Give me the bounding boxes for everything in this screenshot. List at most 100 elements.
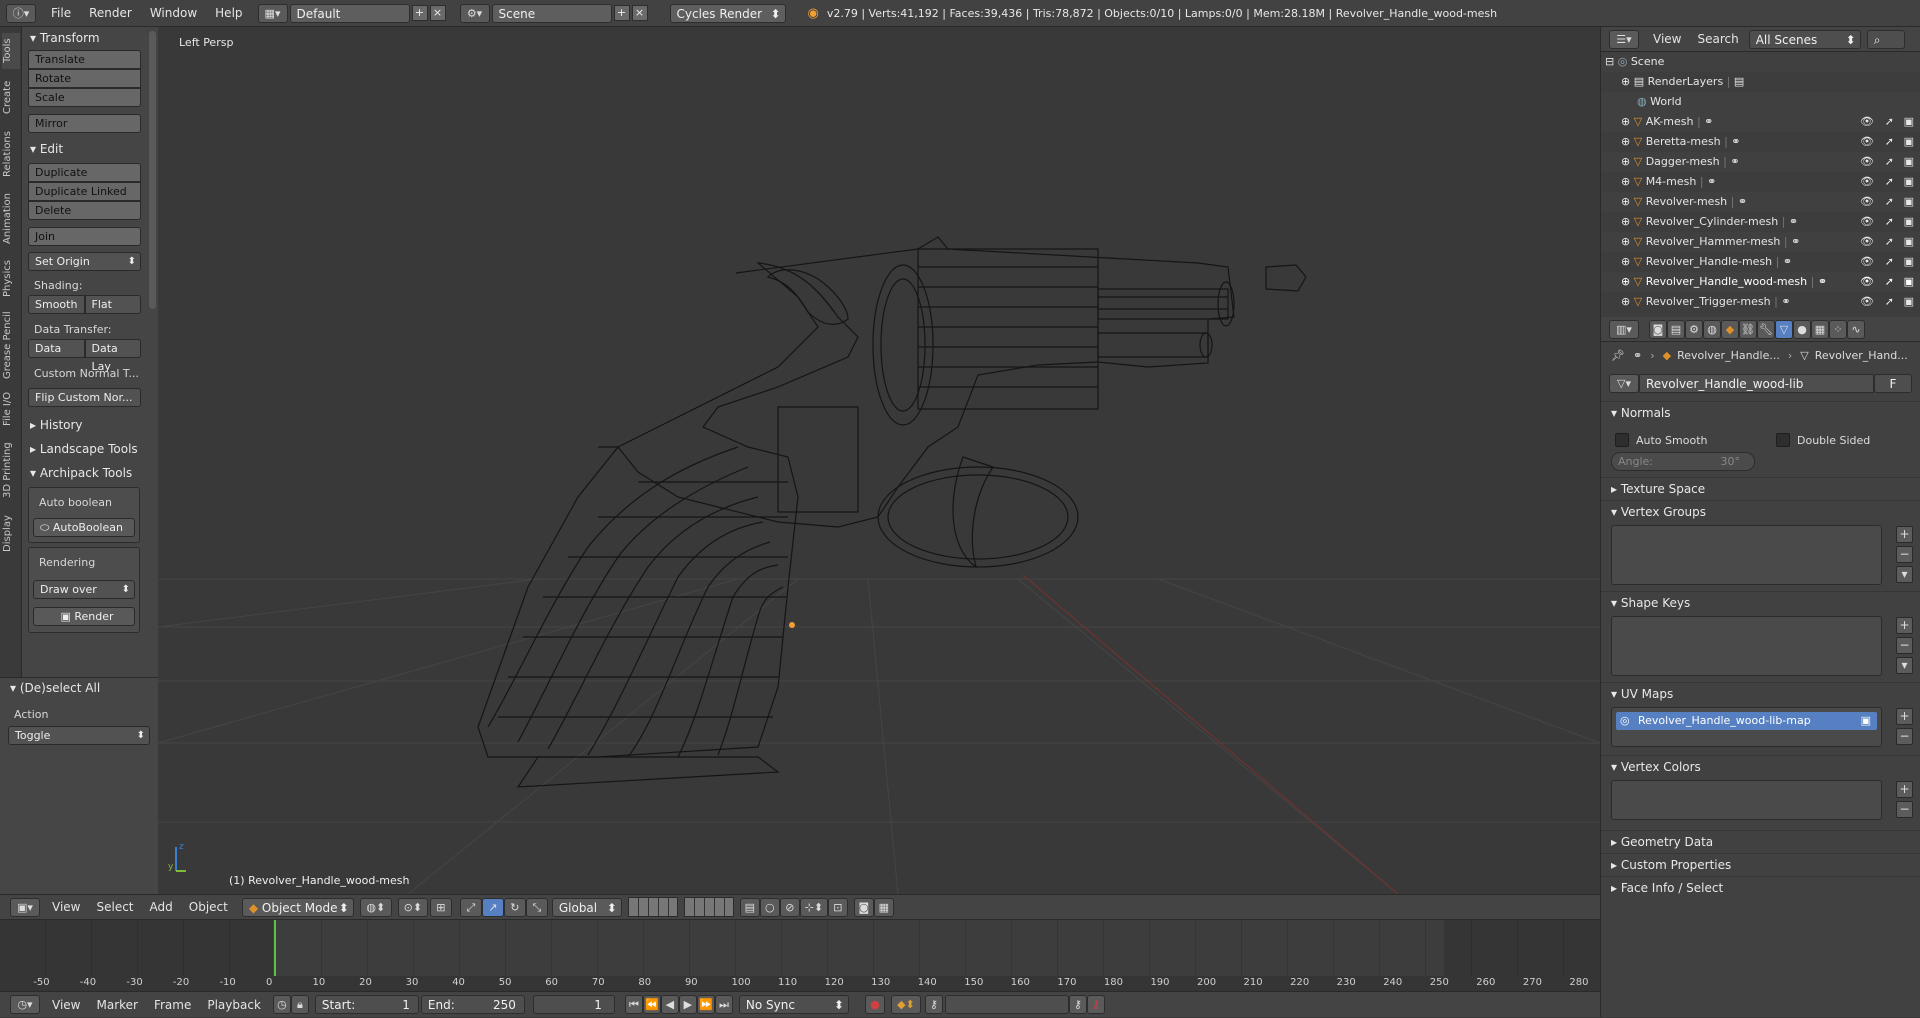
3d-viewport[interactable]: Left Persp y z (1) Revolver_Handle_wood-… xyxy=(158,27,1600,894)
visibility-eye-icon[interactable]: 👁︎ xyxy=(1860,192,1874,212)
tab-relations[interactable]: Relations xyxy=(2,125,20,183)
archipack-panel-header[interactable]: ▾ Archipack Tools xyxy=(22,463,146,483)
expand-icon[interactable]: ⊕ xyxy=(1621,155,1630,168)
translate-manipulator-icon[interactable]: ↗ xyxy=(481,897,504,917)
flip-custom-normals-button[interactable]: Flip Custom Nor... xyxy=(28,388,141,407)
custom-normal-label[interactable]: Custom Normal T... xyxy=(22,365,146,383)
selectability-cursor-icon[interactable]: ➚ xyxy=(1885,212,1894,232)
delete-keyframe-icon[interactable]: ⚷ xyxy=(1086,995,1105,1014)
renderability-camera-icon[interactable]: ▣ xyxy=(1904,132,1914,152)
action-dropdown[interactable]: Toggle xyxy=(8,726,150,745)
vertex-group-specials-icon[interactable]: ▾ xyxy=(1896,566,1913,583)
manipulator-icon[interactable]: ⊞ xyxy=(429,897,452,917)
mirror-button[interactable]: Mirror xyxy=(28,114,141,133)
editor-type-properties-icon[interactable]: ▥▾ xyxy=(1609,319,1639,339)
expand-icon[interactable]: ⊕ xyxy=(1621,295,1630,308)
tree-object-row[interactable]: ⊕ ▽ AK-mesh | ⚭ 👁︎ ➚ ▣ xyxy=(1601,112,1920,132)
breadcrumb-object[interactable]: Revolver_Handle... xyxy=(1677,349,1780,362)
draw-over-dropdown[interactable]: Draw over xyxy=(33,580,135,599)
play-reverse-icon[interactable]: ◀ xyxy=(660,995,679,1014)
opengl-anim-icon[interactable]: ▦ xyxy=(873,897,894,917)
renderability-camera-icon[interactable]: ▣ xyxy=(1904,272,1914,292)
shape-keys-section-header[interactable]: ▾ Shape Keys xyxy=(1601,591,1920,614)
jump-start-icon[interactable]: ⏮ xyxy=(624,995,643,1014)
object-tab-icon[interactable]: ◆ xyxy=(1721,319,1739,339)
jump-end-icon[interactable]: ⏭ xyxy=(714,995,733,1014)
scene-tab-icon[interactable]: ⚙ xyxy=(1685,319,1703,339)
visibility-eye-icon[interactable]: 👁︎ xyxy=(1860,152,1874,172)
expand-icon[interactable]: ⊕ xyxy=(1621,235,1630,248)
tab-file-io[interactable]: File I/O xyxy=(2,387,20,431)
expand-icon[interactable]: ⊕ xyxy=(1621,275,1630,288)
lock-camera-icon[interactable]: ▤ xyxy=(739,897,760,917)
editor-type-3d-icon[interactable]: ▣▾ xyxy=(10,897,40,917)
tl-menu-playback[interactable]: Playback xyxy=(199,992,269,1018)
vp-menu-object[interactable]: Object xyxy=(181,894,236,920)
viewport-shading-icon[interactable]: ◍⬍ xyxy=(359,897,392,917)
tab-tools[interactable]: Tools xyxy=(2,33,20,69)
selectability-cursor-icon[interactable]: ➚ xyxy=(1885,192,1894,212)
editor-type-outliner-icon[interactable]: ☰▾ xyxy=(1609,29,1639,49)
tree-object-row[interactable]: ⊕ ▽ Revolver_Hammer-mesh | ⚭ 👁︎ ➚ ▣ xyxy=(1601,232,1920,252)
face-info-section-header[interactable]: ▸ Face Info / Select xyxy=(1601,876,1920,899)
info-editor-type-icon[interactable]: ⓘ▾ xyxy=(6,3,36,23)
active-render-icon[interactable]: ▣ xyxy=(1861,712,1871,730)
snap-element-icon[interactable]: ⊹⬍ xyxy=(799,897,828,917)
visibility-eye-icon[interactable]: 👁︎ xyxy=(1860,292,1874,312)
selectability-cursor-icon[interactable]: ➚ xyxy=(1885,252,1894,272)
flat-button[interactable]: Flat xyxy=(84,295,141,314)
texture-space-section-header[interactable]: ▸ Texture Space xyxy=(1601,477,1920,500)
expand-icon[interactable]: ⊕ xyxy=(1621,175,1630,188)
angle-field[interactable]: Angle: 30° xyxy=(1611,452,1755,471)
selectability-cursor-icon[interactable]: ➚ xyxy=(1885,132,1894,152)
expand-icon[interactable]: ⊕ xyxy=(1621,75,1630,88)
expand-icon[interactable]: ⊕ xyxy=(1621,115,1630,128)
outliner-search-field[interactable]: ⌕ xyxy=(1866,29,1905,49)
layer-buttons-1[interactable] xyxy=(627,897,678,917)
timeline[interactable]: -50 -40 -30 -20 -10 0 10 20 30 40 50 60 70 80 90 100 110… xyxy=(0,920,1600,991)
editor-type-timeline-icon[interactable]: ◷▾ xyxy=(10,995,40,1014)
display-mode-select[interactable]: All Scenes ⬍ xyxy=(1748,29,1861,49)
translate-button[interactable]: Translate xyxy=(28,50,141,69)
layer-buttons-2[interactable] xyxy=(683,897,734,917)
add-vertex-color-icon[interactable]: + xyxy=(1896,781,1913,798)
vertex-colors-section-header[interactable]: ▾ Vertex Colors xyxy=(1601,755,1920,778)
duplicate-linked-button[interactable]: Duplicate Linked xyxy=(28,182,141,201)
renderability-camera-icon[interactable]: ▣ xyxy=(1904,112,1914,132)
visibility-eye-icon[interactable]: 👁︎ xyxy=(1860,112,1874,132)
data-tab-icon[interactable]: ▽ xyxy=(1775,319,1793,339)
visibility-eye-icon[interactable]: 👁︎ xyxy=(1860,212,1874,232)
uv-maps-section-header[interactable]: ▾ UV Maps xyxy=(1601,682,1920,705)
renderability-camera-icon[interactable]: ▣ xyxy=(1904,232,1914,252)
add-uv-map-icon[interactable]: + xyxy=(1896,708,1913,725)
landscape-panel-header[interactable]: ▸ Landscape Tools xyxy=(22,439,146,459)
tree-object-row[interactable]: ⊕ ▽ M4-mesh | ⚭ 👁︎ ➚ ▣ xyxy=(1601,172,1920,192)
menu-file[interactable]: File xyxy=(42,0,80,27)
remove-vertex-color-icon[interactable]: − xyxy=(1896,801,1913,818)
material-tab-icon[interactable]: ● xyxy=(1793,319,1811,339)
selectability-cursor-icon[interactable]: ➚ xyxy=(1885,272,1894,292)
set-origin-dropdown[interactable]: Set Origin xyxy=(28,252,141,271)
add-layout-icon[interactable]: + xyxy=(411,5,428,21)
vertex-groups-list[interactable]: + − ▾ xyxy=(1611,525,1913,585)
remove-scene-icon[interactable]: × xyxy=(631,5,648,21)
prev-keyframe-icon[interactable]: ⏪ xyxy=(642,995,661,1014)
vertex-groups-section-header[interactable]: ▾ Vertex Groups xyxy=(1601,500,1920,523)
expand-icon[interactable]: ⊕ xyxy=(1621,215,1630,228)
screen-layout-field[interactable]: Default xyxy=(289,3,410,23)
history-panel-header[interactable]: ▸ History xyxy=(22,415,146,435)
transform-panel-header[interactable]: ▾ Transform xyxy=(22,28,146,48)
tree-object-row[interactable]: ⊕ ▽ Revolver-mesh | ⚭ 👁︎ ➚ ▣ xyxy=(1601,192,1920,212)
normals-section-header[interactable]: ▾ Normals xyxy=(1601,401,1920,424)
renderability-camera-icon[interactable]: ▣ xyxy=(1904,212,1914,232)
physics-tab-icon[interactable]: ∿ xyxy=(1847,319,1865,339)
uv-map-item[interactable]: ◎ Revolver_Handle_wood-lib-map ▣ xyxy=(1616,712,1877,730)
collapse-icon[interactable]: ⊟ xyxy=(1605,55,1614,68)
modifiers-tab-icon[interactable]: 🔧︎ xyxy=(1757,319,1775,339)
preview-range-icon[interactable]: ◷ xyxy=(272,995,291,1014)
manipulator-toggle-icon[interactable]: ⤢ xyxy=(459,897,482,917)
render-button[interactable]: ▣ Render xyxy=(33,607,135,626)
edit-panel-header[interactable]: ▾ Edit xyxy=(22,139,146,159)
datablock-name-field[interactable]: Revolver_Handle_wood-lib xyxy=(1639,374,1874,393)
menu-render[interactable]: Render xyxy=(80,0,141,27)
